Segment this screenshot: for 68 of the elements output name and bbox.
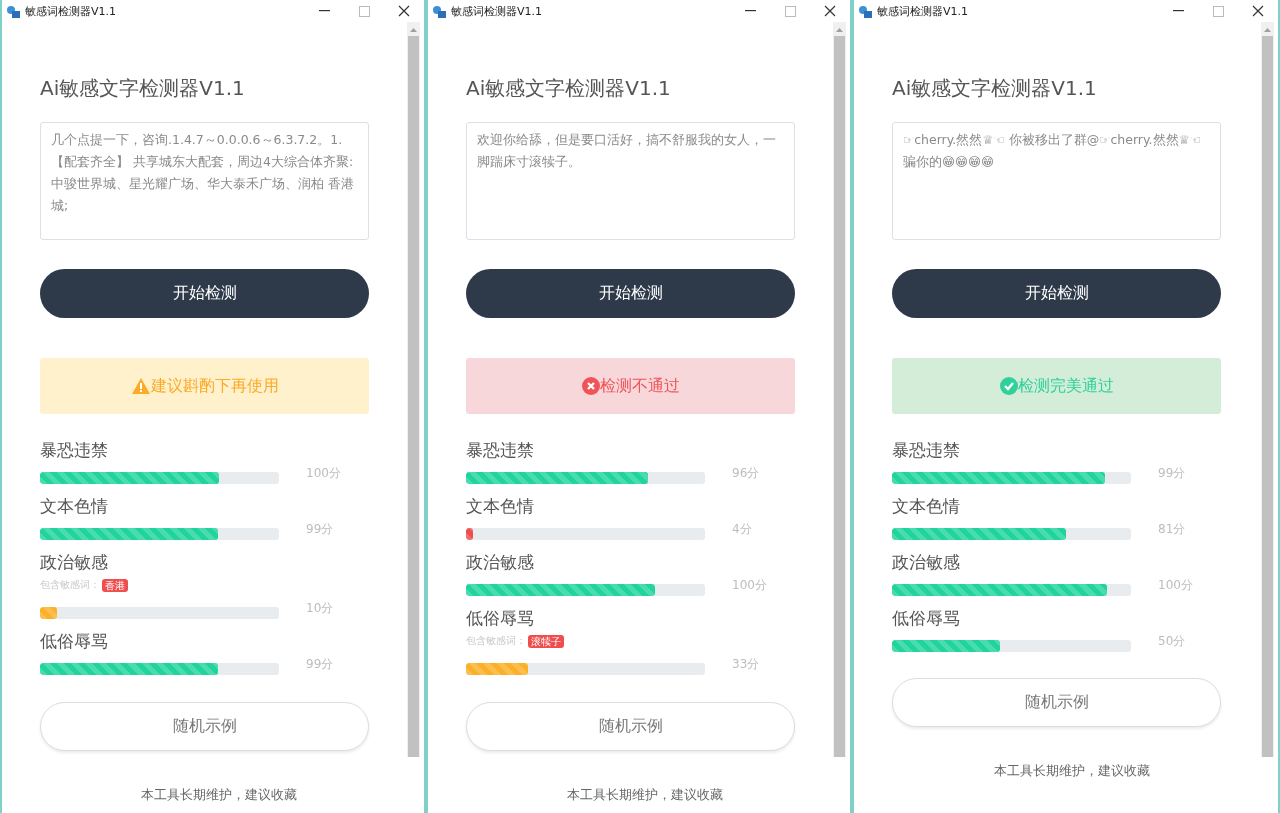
scroll-up-icon[interactable]	[836, 28, 843, 32]
scrollbar[interactable]	[407, 22, 420, 757]
text-input-field[interactable]: 几个点提一下，咨询.1.4.7～0.0.0.6～6.3.7.2。1.【配套齐全】 共享城东大配套，周边4大综合体齐聚:中骏世界城、星光耀广场、华大泰禾广场、润柏 香港城;	[40, 122, 369, 240]
close-icon	[824, 5, 836, 17]
score-value: 4分	[732, 521, 752, 538]
category-label: 低俗辱骂	[466, 608, 535, 628]
app-icon	[432, 4, 446, 18]
category-label: 政治敏感	[40, 552, 109, 572]
score-value: 81分	[1158, 521, 1186, 538]
footer-note: 本工具长期维护，建议收藏	[993, 763, 1150, 779]
score-value: 99分	[306, 656, 334, 673]
score-value: 10分	[306, 600, 334, 617]
category-label: 低俗辱骂	[40, 631, 109, 651]
app-icon	[6, 4, 20, 18]
scrollbar[interactable]	[1261, 22, 1274, 757]
window-title: 敏感词检测器V1.1	[877, 3, 970, 19]
scroll-up-icon[interactable]	[410, 28, 417, 32]
minimize-icon	[1172, 10, 1184, 12]
random-example-button[interactable]: 随机示例	[40, 702, 369, 751]
score-value: 100分	[1158, 577, 1193, 594]
alert-text: 建议斟酌下再使用	[150, 375, 279, 397]
detect-button[interactable]: 开始检测	[40, 269, 369, 318]
app-heading: Ai敏感文字检测器V1.1	[40, 76, 245, 100]
footer-note: 本工具长期维护，建议收藏	[566, 787, 723, 803]
close-icon	[398, 5, 410, 17]
window-title: 敏感词检测器V1.1	[25, 3, 118, 19]
score-value: 100分	[732, 577, 767, 594]
score-value: 100分	[306, 465, 341, 482]
category-label: 文本色情	[892, 496, 961, 516]
score-value: 99分	[1158, 465, 1186, 482]
text-input-field[interactable]: ☞cherry.然然♕☜ 你被移出了群@☞cherry.然然♕☜ 骗你的😁😁😁😁	[892, 122, 1221, 240]
minimize-icon	[318, 10, 330, 12]
scrollbar[interactable]	[833, 22, 846, 757]
warning-icon	[130, 377, 151, 395]
category-label: 文本色情	[466, 496, 535, 516]
score-value: 50分	[1158, 633, 1186, 650]
category-label: 暴恐违禁	[466, 440, 535, 460]
category-label: 政治敏感	[466, 552, 535, 572]
app-heading: Ai敏感文字检测器V1.1	[466, 76, 671, 100]
detect-button[interactable]: 开始检测	[892, 269, 1221, 318]
score-value: 33分	[732, 656, 760, 673]
window-title: 敏感词检测器V1.1	[451, 3, 544, 19]
app-heading: Ai敏感文字检测器V1.1	[892, 76, 1097, 100]
check-circle-icon	[999, 377, 1018, 395]
keyword-tag: 香港	[102, 578, 128, 592]
minimize-icon	[744, 10, 756, 12]
category-label: 暴恐违禁	[892, 440, 961, 460]
maximize-icon	[1212, 5, 1224, 17]
text-input-field[interactable]: 欢迎你给舔，但是要口活好，搞不舒服我的女人，一脚踹床寸滚犊子。	[466, 122, 795, 240]
score-value: 99分	[306, 521, 334, 538]
footer-note: 本工具长期维护，建议收藏	[140, 787, 297, 803]
alert-text: 检测完美通过	[1017, 375, 1114, 397]
scroll-up-icon[interactable]	[1264, 28, 1271, 32]
close-icon	[1252, 5, 1264, 17]
keyword-tag: 滚犊子	[528, 634, 564, 648]
category-label: 低俗辱骂	[892, 608, 961, 628]
score-value: 96分	[732, 465, 760, 482]
category-label: 文本色情	[40, 496, 109, 516]
maximize-icon	[784, 5, 796, 17]
random-example-button[interactable]: 随机示例	[892, 678, 1221, 727]
app-icon	[858, 4, 872, 18]
random-example-button[interactable]: 随机示例	[466, 702, 795, 751]
category-label: 政治敏感	[892, 552, 961, 572]
alert-text: 检测不通过	[599, 375, 680, 397]
category-label: 暴恐违禁	[40, 440, 109, 460]
maximize-icon	[358, 5, 370, 17]
error-icon	[581, 377, 600, 395]
detect-button[interactable]: 开始检测	[466, 269, 795, 318]
